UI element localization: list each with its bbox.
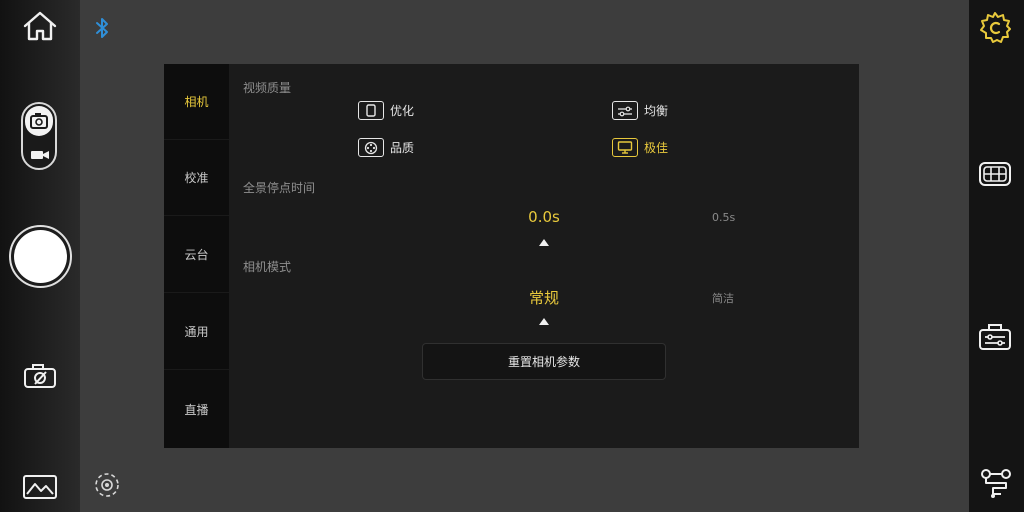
photo-video-toggle[interactable] bbox=[21, 102, 57, 170]
camera-mode-indicator-icon bbox=[539, 318, 549, 325]
reset-camera-params-button[interactable]: 重置相机参数 bbox=[422, 343, 666, 380]
workflow-icon[interactable] bbox=[979, 466, 1013, 500]
gimbal-icon[interactable] bbox=[978, 160, 1012, 188]
nav-item-gimbal[interactable]: 云台 bbox=[164, 217, 229, 293]
camera-switch-icon bbox=[30, 113, 48, 129]
nav-item-calibration[interactable]: 校准 bbox=[164, 140, 229, 216]
nav-item-general[interactable]: 通用 bbox=[164, 294, 229, 370]
gallery-icon[interactable] bbox=[22, 472, 58, 500]
monitor-icon bbox=[612, 138, 638, 157]
quality-option-label: 极佳 bbox=[644, 141, 669, 155]
sliders-icon bbox=[612, 101, 638, 120]
quality-option-label: 均衡 bbox=[644, 104, 669, 118]
shutter-button[interactable] bbox=[9, 225, 72, 288]
pano-pause-indicator-icon bbox=[539, 239, 549, 246]
bluetooth-icon[interactable] bbox=[94, 16, 110, 40]
focus-target-icon[interactable] bbox=[93, 471, 121, 499]
pano-pause-selected-value[interactable]: 0.0s bbox=[504, 208, 584, 226]
camera-mode-selected-value[interactable]: 常规 bbox=[504, 287, 584, 308]
pano-pause-next-value[interactable]: 0.5s bbox=[712, 211, 735, 224]
home-icon[interactable] bbox=[22, 10, 58, 42]
settings-icon[interactable] bbox=[977, 10, 1013, 46]
nav-item-live[interactable]: 直播 bbox=[164, 371, 229, 447]
settings-panel: 相机 校准 云台 通用 直播 视频质量 优化 均衡 品质 极佳 全景停点时间 0… bbox=[164, 64, 859, 448]
phone-icon bbox=[358, 101, 384, 120]
quality-option-label: 优化 bbox=[390, 104, 415, 118]
right-toolbar bbox=[969, 0, 1024, 512]
video-camera-icon[interactable] bbox=[30, 146, 50, 165]
camera-mode-next-value[interactable]: 简洁 bbox=[712, 290, 734, 306]
camera-off-icon[interactable] bbox=[23, 362, 57, 390]
photo-mode-knob[interactable] bbox=[25, 106, 53, 136]
nav-item-camera[interactable]: 相机 bbox=[164, 64, 229, 140]
video-quality-title: 视频质量 bbox=[243, 81, 292, 95]
pano-pause-title: 全景停点时间 bbox=[243, 181, 316, 195]
quality-option-best[interactable]: 极佳 bbox=[612, 138, 668, 157]
quality-option-optimize[interactable]: 优化 bbox=[358, 101, 414, 120]
quality-option-quality[interactable]: 品质 bbox=[358, 138, 414, 157]
film-reel-icon bbox=[358, 138, 384, 157]
quality-option-label: 品质 bbox=[390, 141, 415, 155]
settings-nav: 相机 校准 云台 通用 直播 bbox=[164, 64, 229, 448]
camera-mode-title: 相机模式 bbox=[243, 260, 292, 274]
gimbal-control-icon[interactable] bbox=[978, 322, 1012, 352]
quality-option-balanced[interactable]: 均衡 bbox=[612, 101, 668, 120]
